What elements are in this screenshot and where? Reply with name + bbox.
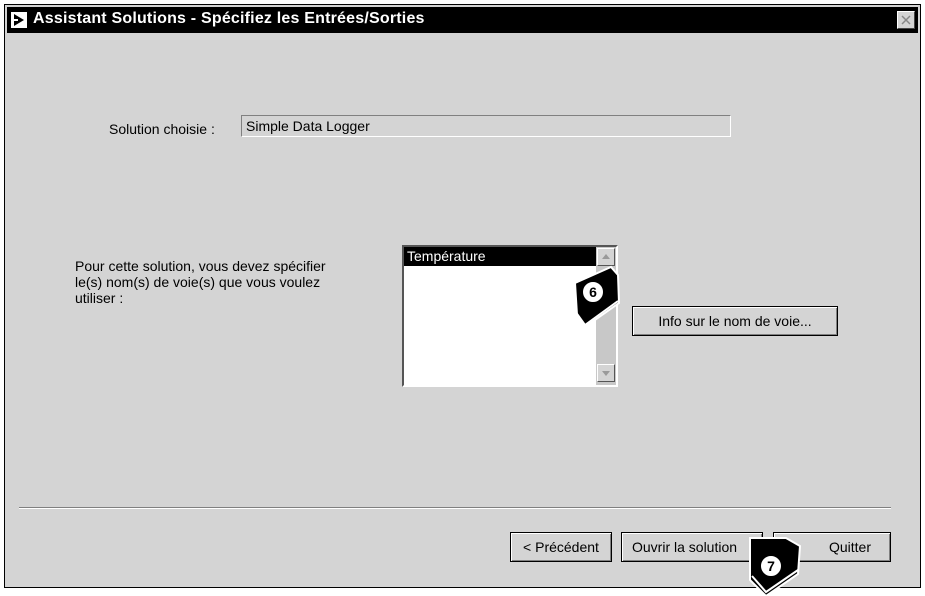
separator-line xyxy=(19,507,891,509)
close-icon xyxy=(901,15,911,25)
app-icon xyxy=(10,11,28,29)
arrow-up-icon xyxy=(602,254,610,259)
channel-info-button[interactable]: Info sur le nom de voie... xyxy=(632,306,838,336)
solution-field: Simple Data Logger xyxy=(241,115,731,137)
callout-marker-7: 7 xyxy=(749,537,802,596)
callout-6-number: 6 xyxy=(589,284,597,300)
open-solution-button-label: Ouvrir la solution xyxy=(632,539,738,555)
solutions-wizard-window: Assistant Solutions - Spécifiez les Entr… xyxy=(4,4,921,588)
close-button[interactable] xyxy=(897,11,915,29)
channel-info-button-label: Info sur le nom de voie... xyxy=(658,313,812,329)
channel-description: Pour cette solution, vous devez spécifie… xyxy=(75,258,326,306)
scroll-down-button[interactable] xyxy=(597,364,615,382)
callout-marker-6: 6 xyxy=(573,265,621,329)
channel-description-line-2: le(s) nom(s) de voie(s) que vous voulez xyxy=(75,274,321,290)
channel-list-item[interactable]: Température xyxy=(404,247,596,266)
previous-button[interactable]: < Précédent xyxy=(510,532,612,562)
scroll-up-button[interactable] xyxy=(597,248,615,266)
previous-button-label: < Précédent xyxy=(523,539,599,555)
quit-button-label: Quitter xyxy=(828,539,871,555)
arrow-down-icon xyxy=(602,371,610,376)
title-bar[interactable]: Assistant Solutions - Spécifiez les Entr… xyxy=(7,7,918,33)
window-title: Assistant Solutions - Spécifiez les Entr… xyxy=(33,10,425,27)
channel-description-line-1: Pour cette solution, vous devez spécifie… xyxy=(75,258,326,274)
channel-description-line-3: utiliser : xyxy=(75,290,124,306)
callout-7-number: 7 xyxy=(767,558,775,574)
solution-label: Solution choisie : xyxy=(109,121,215,137)
